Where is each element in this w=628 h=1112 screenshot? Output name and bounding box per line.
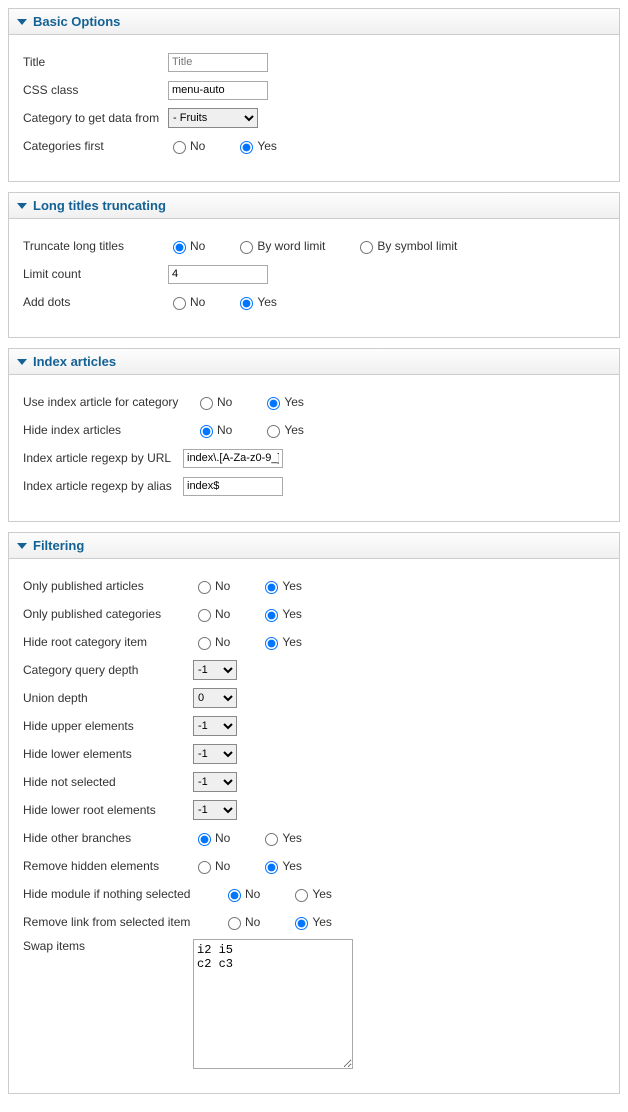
panel-title: Index articles	[33, 354, 116, 369]
radio-no[interactable]	[198, 637, 211, 650]
radio-no[interactable]	[198, 833, 211, 846]
label-cat-depth: Category query depth	[23, 663, 193, 677]
hide-upper-select[interactable]: -1012345	[193, 716, 237, 736]
panel-truncating: Long titles truncating Truncate long tit…	[8, 192, 620, 338]
panel-basic-options: Basic Options Title CSS class Category t…	[8, 8, 620, 182]
label-only-pub-articles: Only published articles	[23, 579, 193, 593]
add-dots-radio-group: No Yes	[168, 294, 305, 310]
radio-no[interactable]	[173, 297, 186, 310]
radio-yes[interactable]	[265, 833, 278, 846]
label-hide-branches: Hide other branches	[23, 831, 193, 845]
hide-lower-root-select[interactable]: -1012345	[193, 800, 237, 820]
panel-header-index[interactable]: Index articles	[9, 349, 619, 375]
label-css-class: CSS class	[23, 83, 168, 97]
panel-header-filtering[interactable]: Filtering	[9, 533, 619, 559]
radio-no[interactable]	[200, 425, 213, 438]
hide-lower-select[interactable]: -1012345	[193, 744, 237, 764]
label-hide-lower-root: Hide lower root elements	[23, 803, 193, 817]
label-hide-index: Hide index articles	[23, 423, 195, 437]
radio-no[interactable]	[200, 397, 213, 410]
radio-no[interactable]	[228, 917, 241, 930]
label-swap-items: Swap items	[23, 939, 193, 953]
radio-yes[interactable]	[240, 297, 253, 310]
label-hide-not-selected: Hide not selected	[23, 775, 193, 789]
categories-first-radio-group: No Yes	[168, 138, 305, 154]
radio-yes[interactable]	[265, 609, 278, 622]
label-remove-hidden: Remove hidden elements	[23, 859, 193, 873]
regex-alias-input[interactable]	[183, 477, 283, 496]
radio-no[interactable]	[228, 889, 241, 902]
panel-title: Long titles truncating	[33, 198, 166, 213]
category-select[interactable]: - Fruits	[168, 108, 258, 128]
panel-body-index: Use index article for category No Yes Hi…	[9, 375, 619, 521]
label-title: Title	[23, 55, 168, 69]
radio-word-limit[interactable]	[240, 241, 253, 254]
hide-not-selected-select[interactable]: -1012345	[193, 772, 237, 792]
label-use-index: Use index article for category	[23, 395, 195, 409]
regex-url-input[interactable]	[183, 449, 283, 468]
label-hide-root: Hide root category item	[23, 635, 193, 649]
css-class-input[interactable]	[168, 81, 268, 100]
chevron-down-icon	[17, 359, 27, 365]
label-truncate: Truncate long titles	[23, 239, 168, 253]
panel-index-articles: Index articles Use index article for cat…	[8, 348, 620, 522]
panel-body-truncating: Truncate long titles No By word limit By…	[9, 219, 619, 337]
hide-branches-radio-group: No Yes	[193, 830, 330, 846]
radio-yes[interactable]	[267, 425, 280, 438]
radio-yes[interactable]	[267, 397, 280, 410]
hide-root-radio-group: No Yes	[193, 634, 330, 650]
label-limit-count: Limit count	[23, 267, 168, 281]
radio-yes[interactable]	[265, 637, 278, 650]
radio-no[interactable]	[198, 609, 211, 622]
label-categories-first: Categories first	[23, 139, 168, 153]
label-hide-module: Hide module if nothing selected	[23, 887, 223, 901]
radio-no[interactable]	[198, 581, 211, 594]
union-depth-select[interactable]: -1012345	[193, 688, 237, 708]
label-add-dots: Add dots	[23, 295, 168, 309]
panel-filtering: Filtering Only published articles No Yes…	[8, 532, 620, 1094]
label-hide-lower: Hide lower elements	[23, 747, 193, 761]
truncate-radio-group: No By word limit By symbol limit	[168, 238, 485, 254]
label-regex-url: Index article regexp by URL	[23, 451, 183, 465]
radio-symbol-limit[interactable]	[360, 241, 373, 254]
radio-no[interactable]	[173, 141, 186, 154]
remove-link-radio-group: No Yes	[223, 914, 360, 930]
label-remove-link: Remove link from selected item	[23, 915, 223, 929]
panel-header-truncating[interactable]: Long titles truncating	[9, 193, 619, 219]
label-union-depth: Union depth	[23, 691, 193, 705]
radio-no[interactable]	[198, 861, 211, 874]
label-hide-upper: Hide upper elements	[23, 719, 193, 733]
chevron-down-icon	[17, 203, 27, 209]
chevron-down-icon	[17, 543, 27, 549]
hide-index-radio-group: No Yes	[195, 422, 332, 438]
panel-title: Basic Options	[33, 14, 120, 29]
limit-count-input[interactable]	[168, 265, 268, 284]
use-index-radio-group: No Yes	[195, 394, 332, 410]
chevron-down-icon	[17, 19, 27, 25]
radio-no[interactable]	[173, 241, 186, 254]
pub-articles-radio-group: No Yes	[193, 578, 330, 594]
radio-yes[interactable]	[265, 581, 278, 594]
label-regex-alias: Index article regexp by alias	[23, 479, 183, 493]
panel-body-filtering: Only published articles No Yes Only publ…	[9, 559, 619, 1093]
title-input[interactable]	[168, 53, 268, 72]
label-category-source: Category to get data from	[23, 111, 168, 125]
radio-yes[interactable]	[265, 861, 278, 874]
panel-body-basic: Title CSS class Category to get data fro…	[9, 35, 619, 181]
hide-module-radio-group: No Yes	[223, 886, 360, 902]
label-only-pub-categories: Only published categories	[23, 607, 193, 621]
panel-header-basic[interactable]: Basic Options	[9, 9, 619, 35]
radio-yes[interactable]	[295, 889, 308, 902]
cat-depth-select[interactable]: -1012345	[193, 660, 237, 680]
radio-yes[interactable]	[295, 917, 308, 930]
radio-yes[interactable]	[240, 141, 253, 154]
remove-hidden-radio-group: No Yes	[193, 858, 330, 874]
pub-categories-radio-group: No Yes	[193, 606, 330, 622]
panel-title: Filtering	[33, 538, 84, 553]
